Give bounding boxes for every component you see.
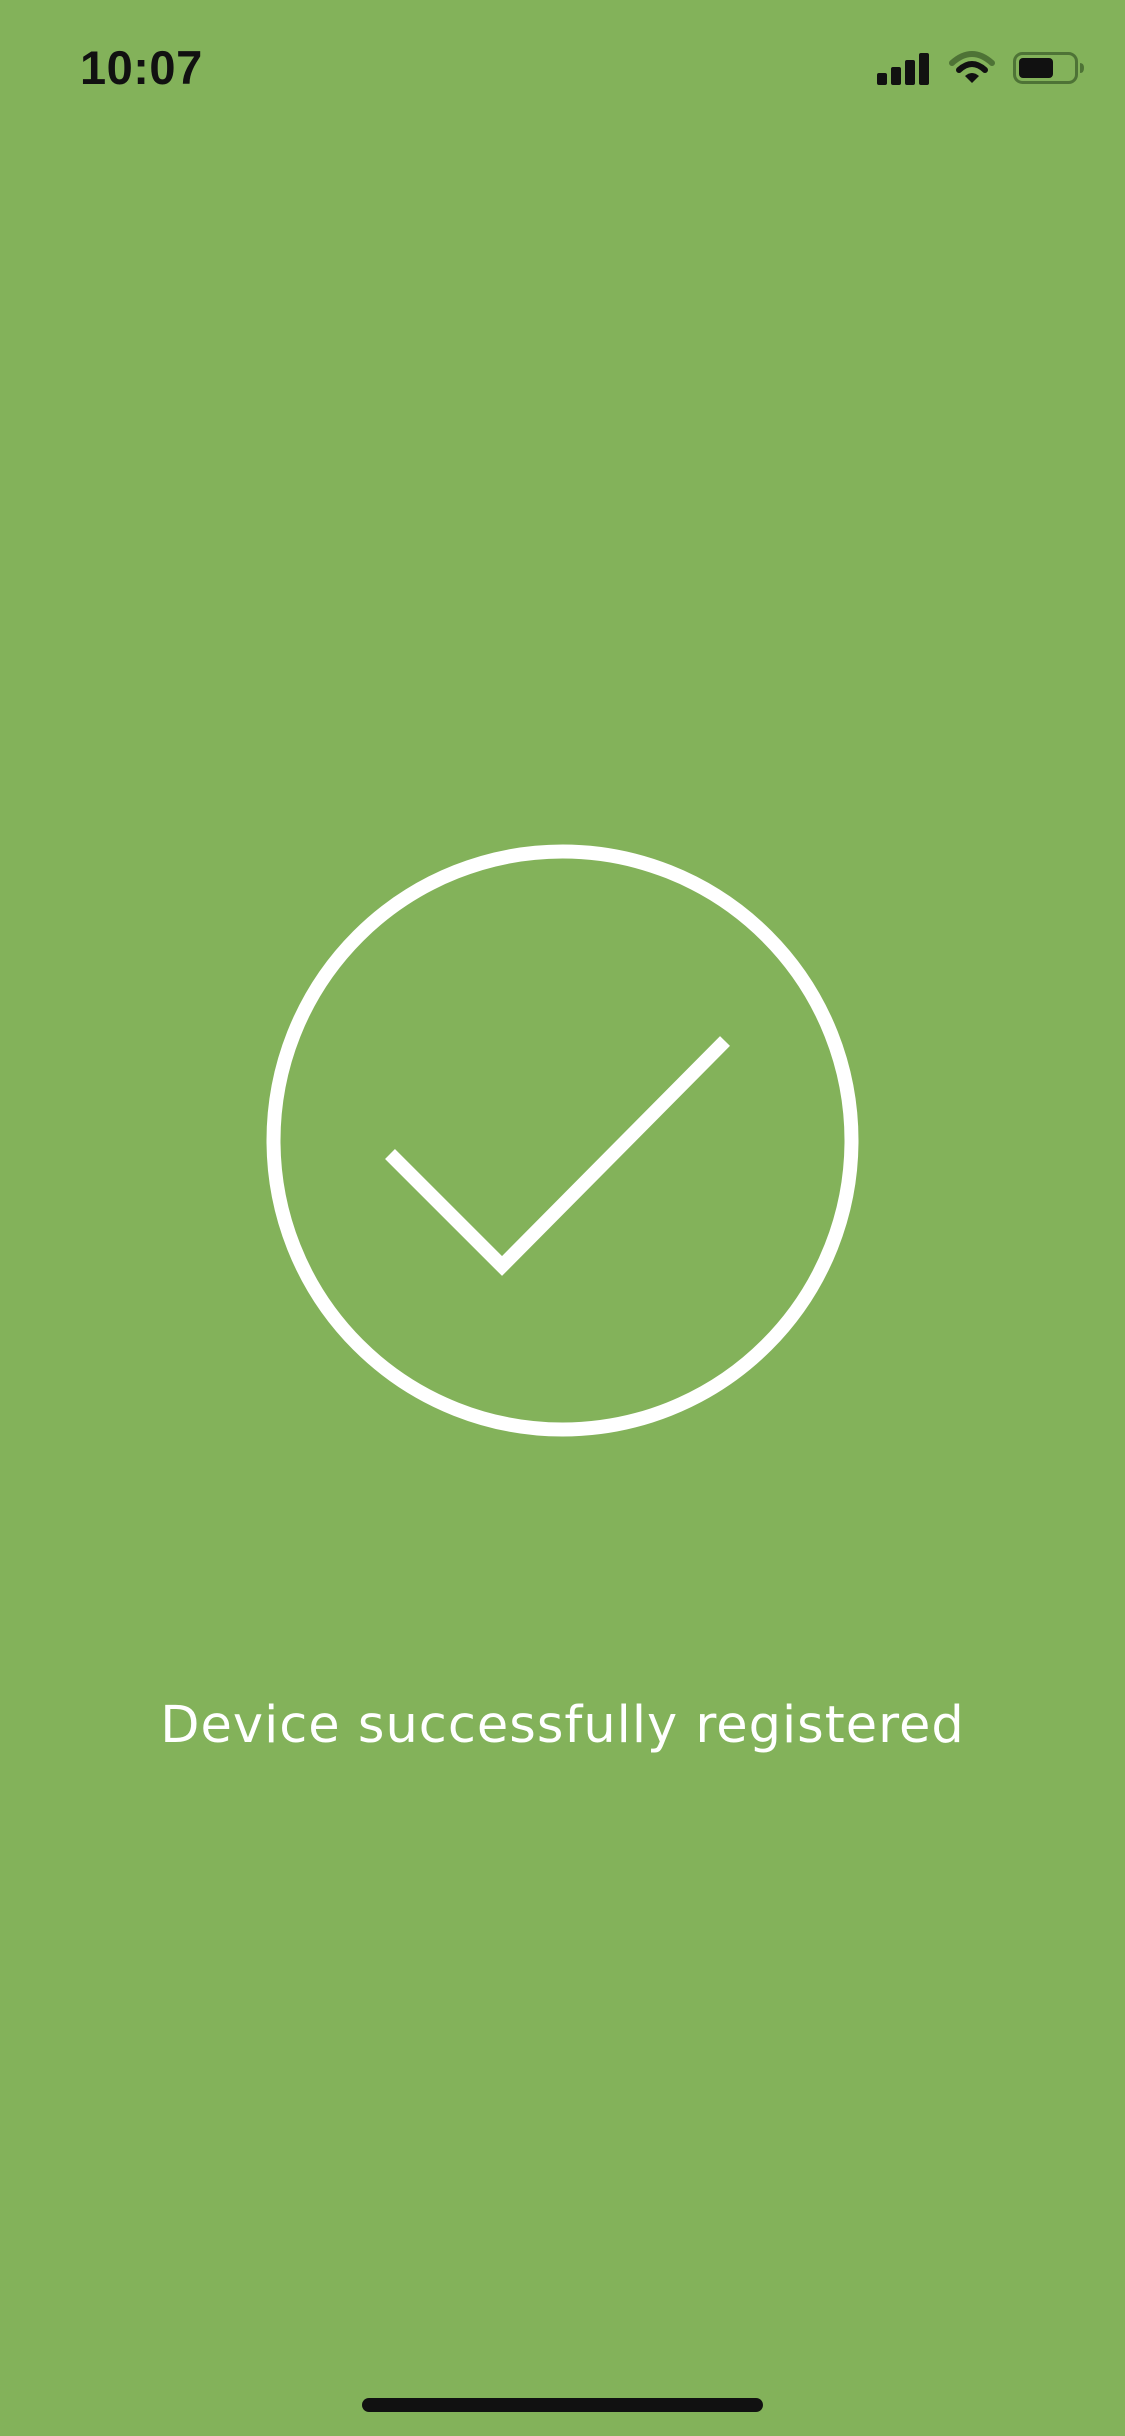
- wifi-icon: [949, 51, 995, 85]
- cellular-signal-icon: [877, 51, 931, 85]
- checkmark-circle-icon: [266, 844, 859, 1437]
- home-indicator[interactable]: [362, 2398, 763, 2412]
- status-time: 10:07: [80, 41, 203, 94]
- success-message: Device successfully registered: [160, 1696, 965, 1755]
- registration-success-screen: 10:07 Device successfully registered: [0, 0, 1125, 2436]
- status-bar: 10:07: [0, 0, 1125, 140]
- battery-icon: [1013, 51, 1085, 85]
- status-icons: [877, 48, 1085, 88]
